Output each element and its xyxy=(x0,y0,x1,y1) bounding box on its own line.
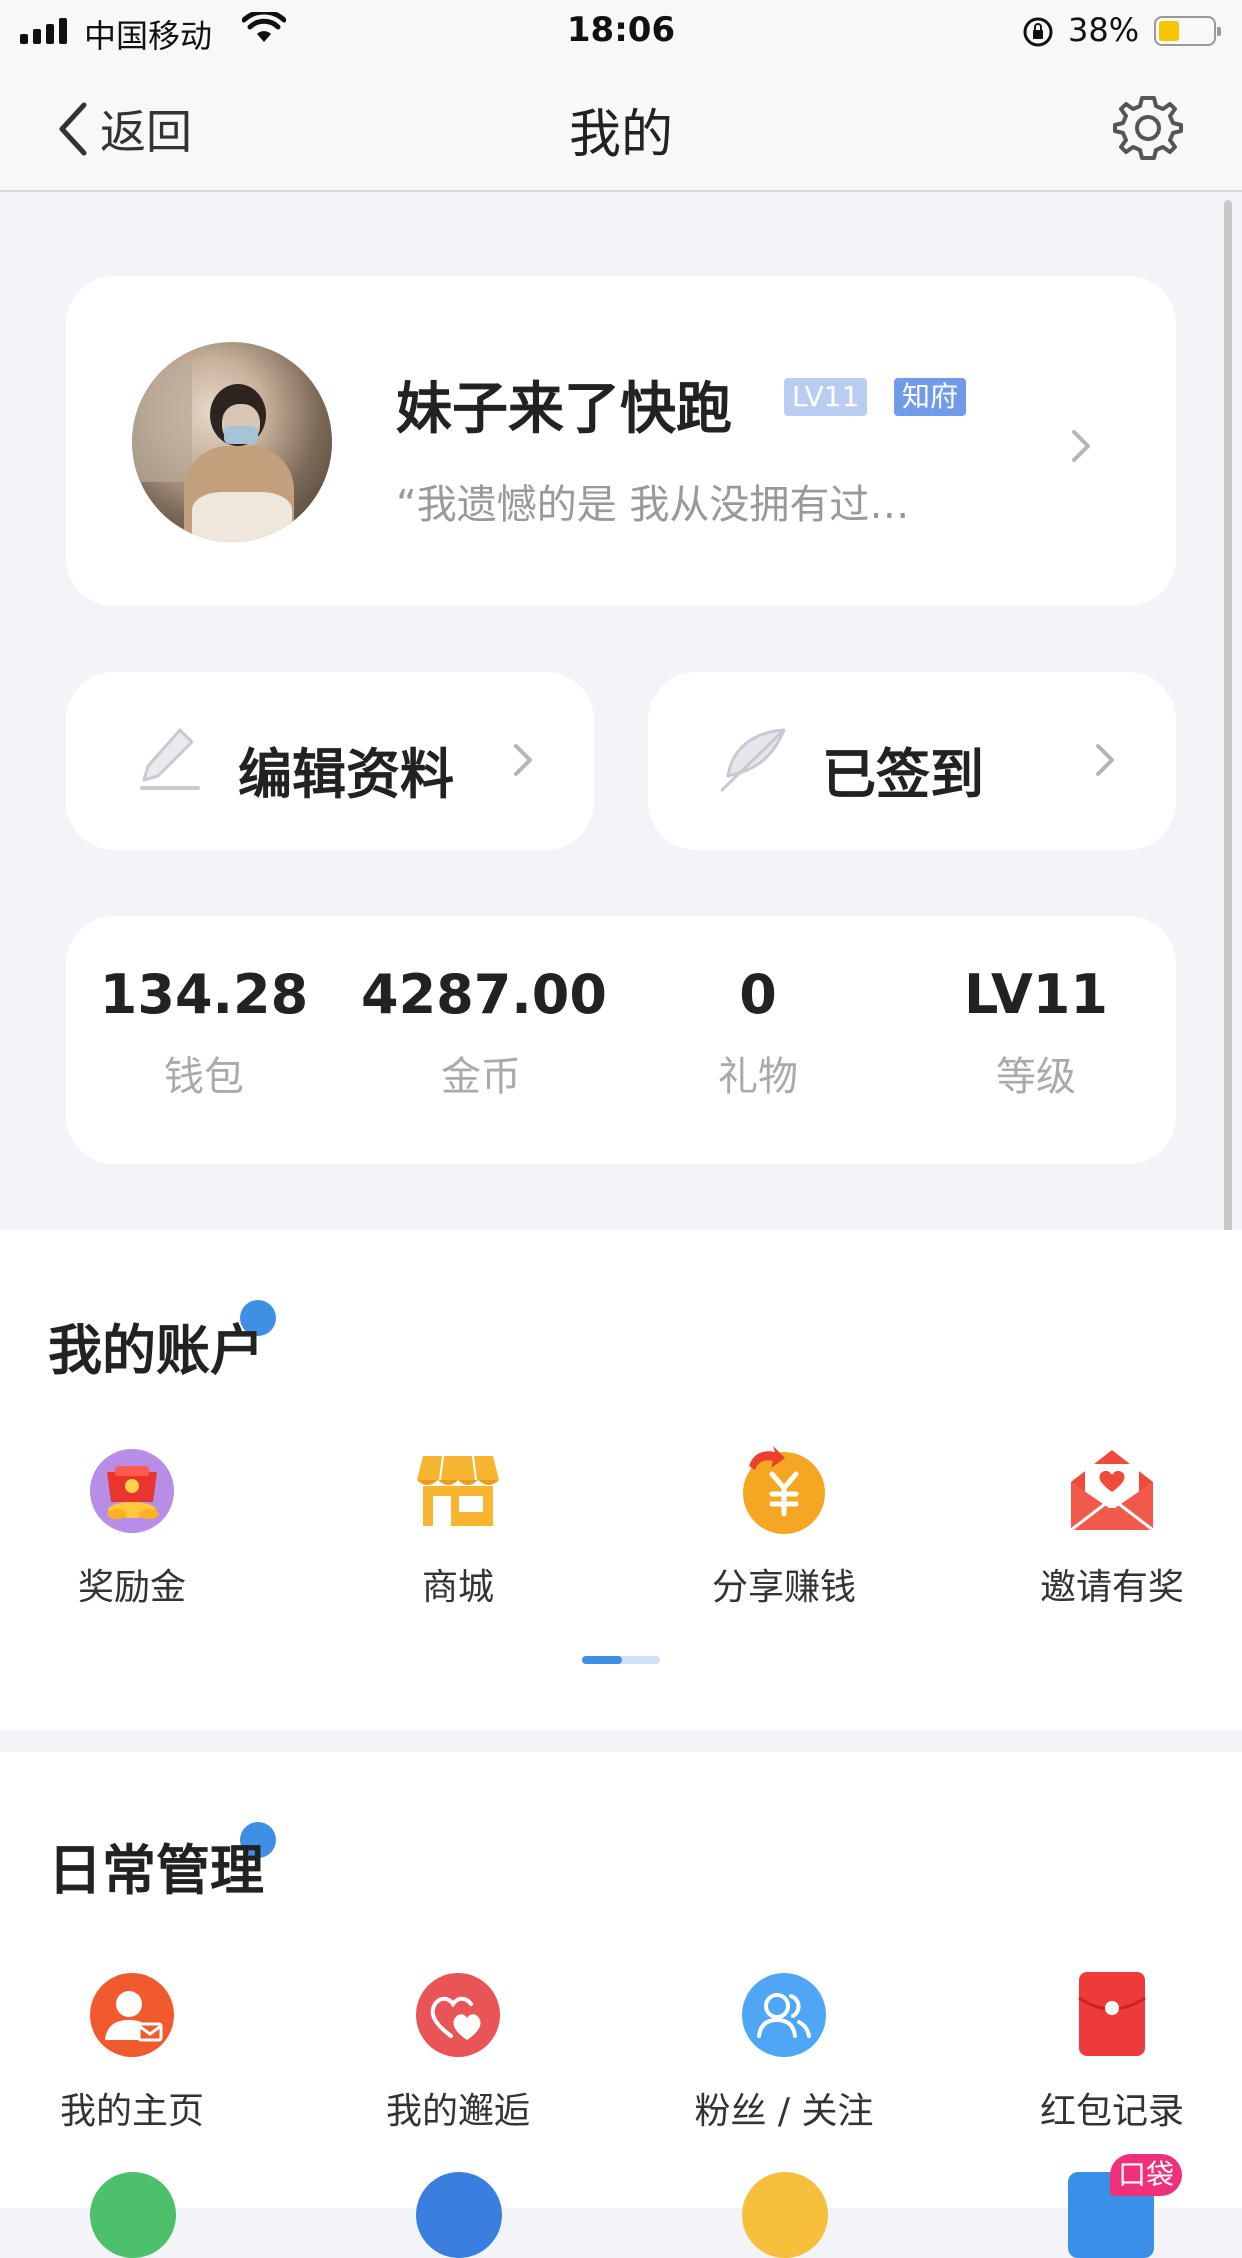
stat-coins[interactable]: 4287.00 金币 xyxy=(361,963,607,1102)
stat-wallet[interactable]: 134.28 钱包 xyxy=(84,968,324,1102)
grid-item-label: 邀请有奖 xyxy=(1039,1567,1184,1608)
edit-profile-button[interactable]: 编辑资料 xyxy=(66,672,594,850)
sign-in-button[interactable]: 已签到 xyxy=(648,672,1176,850)
stat-value: 4287.00 xyxy=(361,963,607,1026)
chevron-right-icon xyxy=(1072,430,1090,462)
profile-card[interactable]: 妹子来了快跑 LV11 知府 “我遗憾的是 我从没拥有过… xyxy=(66,276,1176,606)
grid-item-invite[interactable]: 邀请有奖 xyxy=(972,1446,1242,1610)
stat-label: 等级 xyxy=(996,1054,1076,1100)
partial-icon-green[interactable] xyxy=(90,2172,176,2258)
stat-level[interactable]: LV11 等级 xyxy=(916,968,1156,1102)
grid-item-share-money[interactable]: 分享赚钱 xyxy=(644,1446,924,1610)
daily-section: 日常管理 我的主页 我的邂逅 粉丝 / 关注 红包记录 口袋 xyxy=(0,1752,1242,2258)
battery-percent: 38% xyxy=(1068,11,1140,49)
edit-profile-label: 编辑资料 xyxy=(238,743,454,806)
grid-item-label: 我的主页 xyxy=(59,2091,204,2132)
grid-item-label: 分享赚钱 xyxy=(711,1567,856,1608)
grid-item-encounter[interactable]: 我的邂逅 xyxy=(318,1970,598,2134)
stat-gifts[interactable]: 0 礼物 xyxy=(638,968,878,1102)
stat-value: LV11 xyxy=(964,963,1108,1026)
avatar[interactable] xyxy=(132,342,332,542)
grid-item-label: 奖励金 xyxy=(77,1567,186,1608)
battery-icon xyxy=(1154,16,1221,46)
feather-icon xyxy=(720,728,786,792)
account-section: 我的账户 奖励金 商城 分享赚钱 邀请有奖 xyxy=(0,1230,1242,1730)
rotation-lock-icon xyxy=(1020,14,1056,54)
level-badge: LV11 xyxy=(784,378,868,416)
grid-item-homepage[interactable]: 我的主页 xyxy=(0,1970,272,2134)
grid-item-label: 商城 xyxy=(421,1567,494,1608)
stat-value: 0 xyxy=(739,963,777,1026)
encounter-heart-icon xyxy=(416,1973,500,2057)
promo-tag: 口袋 xyxy=(1110,2154,1182,2196)
grid-item-fans[interactable]: 粉丝 / 关注 xyxy=(644,1970,924,2134)
gear-icon[interactable] xyxy=(1112,92,1184,168)
section-title: 日常管理 xyxy=(48,1839,264,1902)
profile-signature: “我遗憾的是 我从没拥有过… xyxy=(396,482,910,528)
grid-item-shop[interactable]: 商城 xyxy=(318,1446,598,1610)
sign-in-label: 已签到 xyxy=(822,743,984,806)
stat-label: 金币 xyxy=(441,1054,521,1100)
grid-item-label: 红包记录 xyxy=(1039,2091,1184,2132)
status-bar: 中国移动 18:06 38% xyxy=(0,0,1242,62)
section-title: 我的账户 xyxy=(48,1319,264,1382)
invite-envelope-icon xyxy=(1070,1450,1154,1532)
chevron-right-icon xyxy=(514,744,532,776)
stat-value: 134.28 xyxy=(99,963,309,1026)
title-badge: 知府 xyxy=(894,378,967,416)
homepage-icon xyxy=(90,1973,174,2057)
partial-icon-blue[interactable] xyxy=(416,2172,502,2258)
stat-label: 钱包 xyxy=(164,1054,244,1100)
stats-card: 134.28 钱包 4287.00 金币 0 礼物 LV11 等级 xyxy=(66,916,1176,1164)
grid-item-red-packet[interactable]: 红包记录 xyxy=(972,1970,1242,2134)
stat-label: 礼物 xyxy=(718,1054,798,1100)
red-packet-icon xyxy=(1078,1972,1146,2056)
shop-icon xyxy=(417,1455,499,1526)
nav-bar: 返回 我的 xyxy=(0,62,1242,192)
grid-item-reward[interactable]: 奖励金 xyxy=(0,1446,272,1610)
page-indicator xyxy=(582,1656,660,1664)
grid-item-label: 粉丝 / 关注 xyxy=(694,2091,874,2132)
fans-icon xyxy=(742,1973,826,2057)
grid-item-label: 我的邂逅 xyxy=(385,2091,530,2132)
reward-icon xyxy=(90,1449,174,1533)
partial-icon-yellow[interactable] xyxy=(742,2172,828,2258)
profile-name: 妹子来了快跑 xyxy=(396,377,732,442)
pencil-icon xyxy=(140,728,200,790)
share-money-icon xyxy=(743,1446,825,1534)
page-title: 我的 xyxy=(568,105,673,165)
chevron-right-icon xyxy=(1096,744,1114,776)
